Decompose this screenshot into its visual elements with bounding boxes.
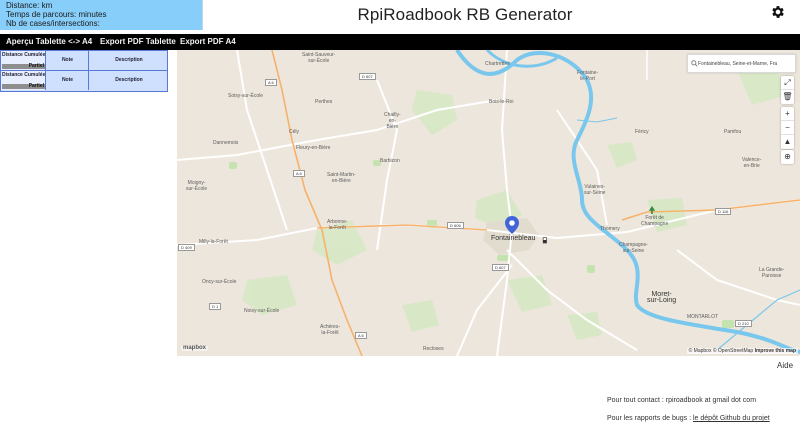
place-label: Chartrettes [485, 61, 510, 67]
road-shield: D 607 [492, 264, 509, 271]
place-label: Recloses [423, 346, 444, 352]
place-label: Soisy-sur-École [228, 93, 264, 99]
note-cell[interactable]: Note [47, 71, 89, 90]
map-zoom-controls: + − ▲ [781, 107, 794, 149]
place-label: Perthes [315, 99, 333, 105]
road-shield: A 6 [355, 332, 367, 339]
fuel-station-icon [542, 237, 547, 244]
search-icon [691, 60, 698, 67]
distance-cell: Distance Cumulée Partiel [1, 51, 46, 70]
cumulative-distance-label: Distance Cumulée [2, 52, 46, 58]
note-cell[interactable]: Note [47, 51, 89, 70]
map-search-input[interactable] [698, 56, 794, 71]
place-label: Milly-la-Forêt [199, 239, 228, 245]
github-repo-link[interactable]: le dépôt Github du projet [693, 415, 770, 422]
road-shield: D 1 [209, 303, 222, 310]
place-label: Bois-le-Roi [489, 99, 514, 105]
partial-label: Partiel [28, 83, 44, 89]
place-label: Forêt de Champagne [641, 215, 669, 227]
place-label: Valence-en-Brie [742, 157, 762, 169]
page-title: RpiRoadbook RB Generator [357, 5, 573, 24]
road-shield: D 210 [735, 320, 752, 327]
place-label: Arbonne-la-Forêt [327, 219, 348, 231]
description-cell[interactable]: Description [90, 51, 168, 70]
map-search-box [687, 54, 796, 73]
note-label: Note [61, 77, 74, 83]
export-tablet-link[interactable]: Export PDF Tablette [100, 37, 176, 46]
contact-text: Pour tout contact : rpiroadbook at gmail… [607, 397, 757, 404]
partial-distance-bar: Partiel [2, 83, 45, 89]
map-locate-control: ⊕ [781, 150, 794, 164]
place-label: Noisy-sur-École [244, 308, 280, 314]
place-label: Thomery [600, 226, 620, 232]
place-label: Champagne-sur-Seine [619, 242, 648, 254]
place-label: Moigny-sur-École [186, 180, 208, 192]
locate-icon[interactable]: ⊕ [781, 150, 794, 164]
top-nav: Aperçu Tablette <-> A4 Export PDF Tablet… [0, 34, 800, 50]
description-label: Description [115, 77, 143, 83]
mapbox-logo[interactable]: mapbox [181, 345, 209, 351]
trash-icon[interactable]: 🗑 [781, 90, 794, 104]
road-shield: A 6 [265, 79, 277, 86]
place-label: Saint-Sauveur-sur-École [302, 52, 336, 64]
forest-icon [648, 206, 656, 214]
place-label: Cély [289, 129, 300, 135]
bug-report-text: Pour les rapports de bugs : le dépôt Git… [607, 415, 770, 422]
place-label: Vulaines-sur-Seine [584, 184, 606, 196]
roadbook-row[interactable]: Distance Cumulée Partiel Note Descriptio… [1, 51, 167, 71]
map-edit-controls: ⤢ 🗑 [781, 76, 794, 104]
place-label: MONTARLOT [687, 314, 719, 320]
place-label: Chailly-en- Bière [384, 112, 401, 130]
zoom-out-icon[interactable]: − [781, 121, 794, 135]
description-label: Description [115, 57, 143, 63]
export-a4-link[interactable]: Export PDF A4 [180, 37, 236, 46]
place-label: Féricy [635, 129, 649, 135]
bug-report-label: Pour les rapports de bugs : [607, 415, 693, 422]
place-label: Pamfou [724, 129, 742, 135]
gear-icon[interactable] [770, 4, 786, 20]
cumulative-distance-label: Distance Cumulée [2, 72, 46, 78]
route-summary-box: Distance: km Temps de parcours: minutes … [0, 0, 203, 30]
description-cell[interactable]: Description [90, 71, 168, 90]
attribution-text[interactable]: © Mapbox © OpenStreetMap [689, 348, 754, 354]
help-link[interactable]: Aide [777, 361, 793, 370]
location-pin-icon[interactable] [505, 216, 519, 234]
zoom-in-icon[interactable]: + [781, 107, 794, 121]
place-label: Moret-sur-Loing [647, 291, 677, 304]
place-label: Barbizon [380, 158, 400, 164]
partial-label: Partiel [28, 63, 44, 69]
note-label: Note [61, 57, 74, 63]
road-shield: A 6 [293, 170, 305, 177]
fontainebleau-label: Fontainebleau [491, 235, 536, 242]
expand-icon[interactable]: ⤢ [781, 76, 794, 90]
place-label: Achères-la-Forêt [320, 324, 341, 336]
place-label: Saint-Martin-en-Bière [327, 172, 356, 184]
place-label: La Grande- Paroisse [759, 267, 785, 279]
cell-count-text: Nb de cases/intersections: [6, 19, 100, 29]
road-shield: D 116 [715, 208, 732, 215]
place-label: Oncy-sur-École [202, 279, 237, 285]
road-shield: D 607 [359, 73, 376, 80]
compass-icon[interactable]: ▲ [781, 135, 794, 149]
place-label: Fontaine-le-Port [577, 70, 599, 82]
road-shield: D 606 [447, 222, 464, 229]
travel-time-text: Temps de parcours: minutes [6, 10, 107, 20]
road-shield: D 409 [178, 244, 195, 251]
improve-map-link[interactable]: Improve this map [755, 348, 796, 354]
app-root: Distance: km Temps de parcours: minutes … [0, 0, 800, 426]
roadbook-table: Distance Cumulée Partiel Note Descriptio… [0, 50, 168, 92]
roadbook-row[interactable]: Distance Cumulée Partiel Note Descriptio… [1, 71, 167, 91]
place-label: Fleury-en-Bière [296, 145, 331, 151]
partial-distance-bar: Partiel [2, 63, 45, 69]
preview-toggle-link[interactable]: Aperçu Tablette <-> A4 [6, 37, 92, 46]
place-label: Dannemois [213, 140, 239, 146]
distance-text: Distance: km [6, 1, 53, 10]
distance-cell: Distance Cumulée Partiel [1, 71, 46, 90]
map-view[interactable]: Saint-Sauveur-sur-École Chartrettes Font… [177, 50, 800, 356]
map-attribution: © Mapbox © OpenStreetMap Improve this ma… [686, 348, 798, 354]
